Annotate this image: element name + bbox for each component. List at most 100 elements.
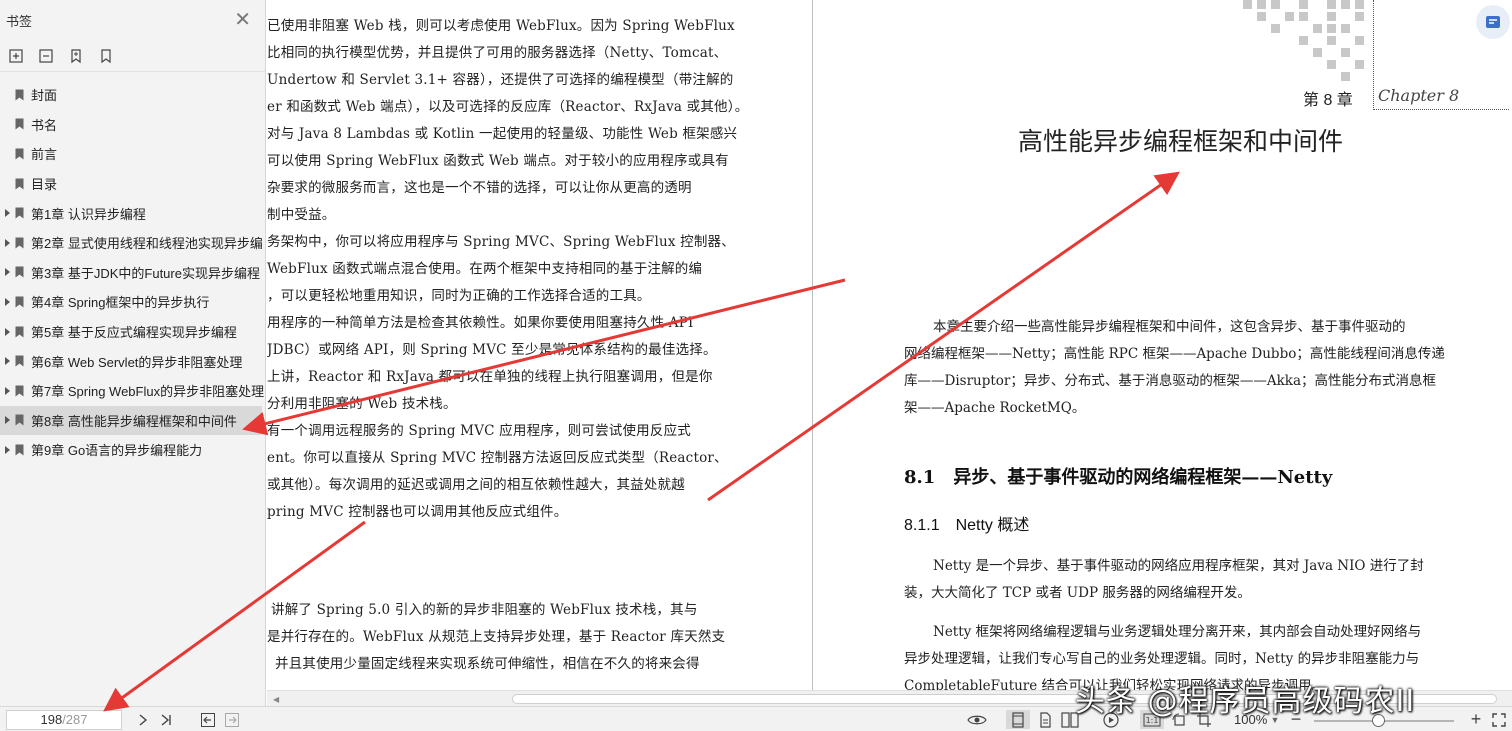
decoration-square <box>1355 12 1364 21</box>
sidebar-item-label: 第9章 Go语言的异步编程能力 <box>31 443 203 459</box>
bookmark-icon <box>15 118 24 130</box>
expand-arrow-icon[interactable] <box>5 268 10 277</box>
text-line: 制中受益。 <box>267 207 336 223</box>
single-page-icon[interactable] <box>1006 710 1030 729</box>
sidebar-item[interactable]: 第9章 Go语言的异步编程能力 <box>0 435 265 465</box>
current-page: 198 <box>40 712 63 727</box>
text-line: Netty 是一个异步、基于事件驱动的网络应用程序框架，其对 Java NIO … <box>933 558 1424 574</box>
decoration-square <box>1327 12 1336 21</box>
chapter-decoration <box>1243 0 1364 81</box>
bookmark-list: 封面书名前言 目录 第1章 认识异步编程第2章 显式使用线程和线程池实现异步编 第3章… <box>0 72 265 465</box>
decoration-square <box>1327 60 1336 69</box>
last-page-icon[interactable] <box>158 710 174 729</box>
sidebar-item[interactable]: 第8章 高性能异步编程框架和中间件 <box>0 405 262 436</box>
close-icon[interactable]: ✕ <box>234 10 251 30</box>
sidebar-item[interactable]: 第3章 基于JDK中的Future实现异步编程 <box>0 258 265 288</box>
sidebar-item-label: 第3章 基于JDK中的Future实现异步编程 <box>31 265 260 281</box>
text-line: ent。你可以直接从 Spring MVC 控制器方法返回反应式类型（React… <box>267 450 728 466</box>
expand-all-icon[interactable] <box>8 48 24 64</box>
text-line: 网络编程框架——Netty；高性能 RPC 框架——Apache Dubbo；高… <box>904 346 1445 362</box>
sidebar-item-label: 第2章 显式使用线程和线程池实现异步编 <box>31 236 263 252</box>
text-line: 有一个调用远程服务的 Spring MVC 应用程序，则可尝试使用反应式 <box>267 423 691 439</box>
decoration-square <box>1313 48 1322 57</box>
bookmark-icon[interactable] <box>98 48 114 64</box>
next-page-icon[interactable] <box>136 710 150 729</box>
continuous-page-icon[interactable] <box>1034 710 1056 729</box>
decoration-square <box>1327 36 1336 45</box>
page-number-input[interactable]: 198/287 <box>6 710 122 730</box>
section-heading: 8.1 异步、基于事件驱动的网络编程框架——Netty <box>904 467 1333 488</box>
text-line: 是并行存在的。WebFlux 从规范上支持异步处理，基于 Reactor 库天然… <box>267 629 726 645</box>
bookmark-icon <box>15 237 24 249</box>
sidebar-item[interactable]: 第1章 认识异步编程 <box>0 198 265 228</box>
text-line: JDBC）或网络 API，则 Spring MVC 至少是常见体系结构的最佳选择… <box>267 342 717 358</box>
decoration-square <box>1341 0 1350 9</box>
expand-arrow-icon[interactable] <box>5 209 10 218</box>
expand-arrow-icon[interactable] <box>5 357 10 366</box>
text-line: 上讲，Reactor 和 RxJava 都可以在单独的线程上执行阻塞调用，但是你 <box>267 369 713 385</box>
decoration-square <box>1299 36 1308 45</box>
text-line: 分利用非阻塞的 Web 技术栈。 <box>267 396 457 412</box>
eye-icon[interactable] <box>966 710 988 729</box>
watermark: 头条 @程序员高级码农II <box>1075 684 1416 719</box>
decoration-square <box>1257 0 1266 9</box>
decoration-square <box>1327 24 1336 33</box>
sidebar-item[interactable]: 第7章 Spring WebFlux的异步非阻塞处理 <box>0 376 265 406</box>
decoration-square <box>1243 0 1252 9</box>
scroll-left-icon[interactable]: ◀ <box>273 695 279 704</box>
decoration-square <box>1271 24 1280 33</box>
forward-icon[interactable] <box>223 710 241 729</box>
decoration-square <box>1355 36 1364 45</box>
sidebar-item[interactable]: 前言 <box>0 139 265 169</box>
back-icon[interactable] <box>199 710 217 729</box>
bookmark-icon <box>15 355 24 367</box>
app-icon[interactable] <box>1476 5 1510 39</box>
sidebar-item[interactable]: 第5章 基于反应式编程实现异步编程 <box>0 317 265 347</box>
sidebar-item[interactable]: 第4章 Spring框架中的异步执行 <box>0 287 265 317</box>
text-line: 库——Disruptor；异步、分布式、基于消息驱动的框架——Akka；高性能分… <box>904 373 1437 389</box>
sidebar-toolbar <box>0 40 265 72</box>
subsection-heading: 8.1.1 Netty 概述 <box>904 517 1030 534</box>
sidebar-item[interactable]: 第2章 显式使用线程和线程池实现异步编 <box>0 228 265 258</box>
bookmark-icon <box>15 444 24 456</box>
text-line: 异步处理逻辑，让我们专心写自己的业务处理逻辑。同时，Netty 的异步非阻塞能力… <box>904 651 1420 667</box>
sidebar-item-label: 第5章 基于反应式编程实现异步编程 <box>31 325 237 341</box>
expand-arrow-icon[interactable] <box>5 297 10 306</box>
decoration-square <box>1299 12 1308 21</box>
decoration-square <box>1299 0 1308 9</box>
decoration-square <box>1327 0 1336 9</box>
text-line: 装，大大简化了 TCP 或者 UDP 服务器的网络编程开发。 <box>904 585 1251 601</box>
expand-arrow-icon[interactable] <box>5 445 10 454</box>
bookmark-icon <box>15 385 24 397</box>
fullscreen-icon[interactable] <box>1490 710 1508 729</box>
text-line: 对与 Java 8 Lambdas 或 Kotlin 一起使用的轻量级、功能性 … <box>267 126 738 142</box>
sidebar-item-label: 第6章 Web Servlet的异步非阻塞处理 <box>31 354 243 370</box>
decoration-square <box>1355 0 1364 9</box>
bookmark-icon <box>15 178 24 190</box>
expand-arrow-icon[interactable] <box>5 416 10 425</box>
text-line: 比相同的执行模型优势，并且提供了可用的服务器选择（Netty、Tomcat、 <box>267 45 728 61</box>
sidebar-item-label: 书名 <box>31 117 58 133</box>
bookmark-sidebar: 书签 ✕ 封面 书名 前言 目录 第1章 认识异步编程 第2章 显式使用线程和线程池实现异… <box>0 0 266 706</box>
sidebar-item[interactable]: 封面 <box>0 80 265 110</box>
expand-arrow-icon[interactable] <box>5 386 10 395</box>
text-line: 用程序的一种简单方法是检查其依赖性。如果你要使用阻塞持久性 API <box>267 315 694 331</box>
bookmark-icon <box>15 326 24 338</box>
collapse-all-icon[interactable] <box>38 48 54 64</box>
text-line: 或其他）。每次调用的延迟或调用之间的相互依赖性越大，其益处就越 <box>267 477 685 493</box>
zoom-in-icon[interactable]: + <box>1468 709 1484 729</box>
expand-arrow-icon[interactable] <box>5 327 10 336</box>
bookmark-icon <box>15 266 24 278</box>
sidebar-item-label: 第8章 高性能异步编程框架和中间件 <box>31 413 237 429</box>
sidebar-item[interactable]: 书名 <box>0 110 265 140</box>
bookmark-icon <box>15 414 24 426</box>
expand-arrow-icon[interactable] <box>5 238 10 247</box>
sidebar-item[interactable]: 目录 <box>0 169 265 199</box>
text-line: 可以使用 Spring WebFlux 函数式 Web 端点。对于较小的应用程序… <box>267 153 729 169</box>
sidebar-item[interactable]: 第6章 Web Servlet的异步非阻塞处理 <box>0 346 265 376</box>
text-line: 本章主要介绍一些高性能异步编程框架和中间件，这包含异步、基于事件驱动的 <box>933 319 1406 335</box>
add-bookmark-icon[interactable] <box>68 48 84 64</box>
chapter-english: Chapter 8 <box>1378 86 1460 105</box>
bookmark-icon <box>15 148 24 160</box>
right-page: 第 8 章 Chapter 8 高性能异步编程框架和中间件 本章主要介绍一些高性… <box>813 0 1512 690</box>
